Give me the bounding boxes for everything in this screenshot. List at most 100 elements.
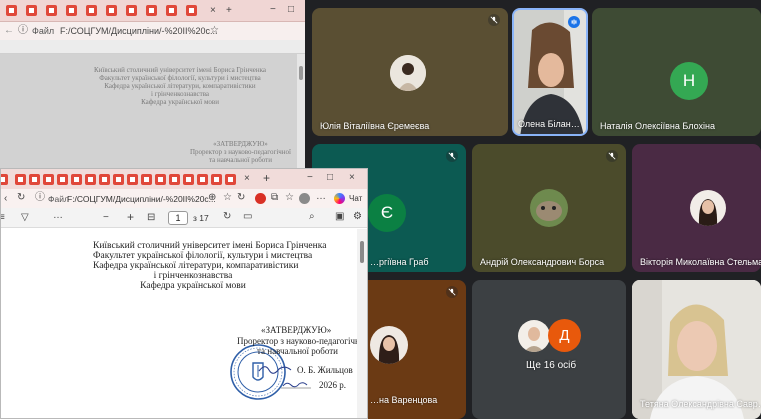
doc-header-line: Кафедра української мови bbox=[140, 281, 246, 291]
back-icon[interactable]: ← bbox=[4, 26, 14, 36]
doc-header-line: Київський столичний університет імені Бо… bbox=[94, 66, 266, 74]
pdf-tab-icon[interactable] bbox=[106, 5, 117, 16]
pdf-tab-icon[interactable] bbox=[183, 174, 194, 185]
search-icon[interactable]: ⌕ bbox=[309, 212, 315, 222]
participant-tile-active[interactable]: Олена Білан… bbox=[512, 8, 588, 136]
chat-label[interactable]: Чат bbox=[349, 194, 362, 203]
pdf-toolbar bbox=[0, 40, 305, 54]
scrollbar[interactable] bbox=[297, 54, 305, 170]
screen: Юлія Віталіївна Єремеєва Олена Білан… Н … bbox=[0, 0, 761, 419]
info-icon[interactable]: ⓘ bbox=[18, 26, 28, 36]
favorites-icon[interactable]: ☆ bbox=[285, 193, 294, 203]
doc-header-line: Кафедра української літератури, компарат… bbox=[104, 82, 256, 90]
pdf-tab-icon[interactable] bbox=[43, 174, 54, 185]
mic-off-icon bbox=[606, 150, 618, 162]
participant-name: Юлія Віталіївна Єремеєва bbox=[320, 121, 430, 131]
pdf-viewer-window[interactable]: × + − □ × ‹ ↻ ⓘ Файл F:/СОЦГУМ/Дисциплін… bbox=[0, 168, 368, 419]
participant-tile[interactable]: Андрій Олександрович Борса bbox=[472, 144, 626, 272]
maximize-icon[interactable]: □ bbox=[288, 5, 294, 15]
video-feed bbox=[514, 10, 586, 134]
pdf-toolbar: ≡ ▽ … − + ⊟ 1 з 17 ↻ ▭ ⌕ ▣ ⚙ bbox=[1, 208, 367, 228]
print-icon[interactable]: ▣ bbox=[335, 212, 344, 222]
profile-avatar[interactable] bbox=[299, 193, 310, 204]
doc-header-line: Факультет української філології, культур… bbox=[93, 251, 313, 261]
pdf-tab-icon[interactable] bbox=[155, 174, 166, 185]
rotate-icon[interactable]: ↻ bbox=[223, 212, 231, 222]
pdf-tab-icon[interactable] bbox=[127, 174, 138, 185]
star-icon[interactable]: ☆ bbox=[223, 193, 232, 203]
pdf-tab-icon[interactable] bbox=[26, 5, 37, 16]
pdf-tab-icon[interactable] bbox=[1, 174, 8, 185]
scrollbar-thumb[interactable] bbox=[360, 241, 364, 263]
pdf-tab-icon[interactable] bbox=[6, 5, 17, 16]
pdf-tab-icon[interactable] bbox=[57, 174, 68, 185]
close-window-icon[interactable]: × bbox=[349, 173, 355, 183]
extensions-icon[interactable]: ⧉ bbox=[271, 193, 278, 203]
participant-tile[interactable]: Вікторія Миколаївна Стельмах bbox=[632, 144, 761, 272]
doc-header-line: Факультет української філології, культур… bbox=[99, 74, 261, 82]
new-tab-icon[interactable]: + bbox=[263, 172, 270, 184]
approval-block: «ЗАТВЕРДЖУЮ» Проректор з науково-педагог… bbox=[237, 325, 367, 357]
pdf-tab-icon[interactable] bbox=[46, 5, 57, 16]
star-icon[interactable]: ☆ bbox=[210, 26, 219, 36]
pdf-page: Київський столичний університет імені Бо… bbox=[1, 229, 367, 418]
address-text[interactable]: F:/СОЦГУМ/Дисципліни/-%20ІІ%20с... bbox=[67, 194, 216, 204]
minimize-icon[interactable]: − bbox=[307, 173, 313, 183]
fit-page-icon[interactable]: ⊟ bbox=[147, 213, 155, 223]
pdf-tab-icon[interactable] bbox=[15, 174, 26, 185]
new-tab-icon[interactable]: + bbox=[226, 6, 232, 16]
doc-header-line: Київський столичний університет імені Бо… bbox=[93, 241, 327, 251]
pdf-tab-icon[interactable] bbox=[211, 174, 222, 185]
pdf-tab-icon[interactable] bbox=[146, 5, 157, 16]
pdf-tab-icon[interactable] bbox=[225, 174, 236, 185]
pdf-tab-icon[interactable] bbox=[166, 5, 177, 16]
zoom-out-button[interactable]: − bbox=[103, 213, 109, 223]
doc-header-line: і грінченкознавства bbox=[153, 271, 233, 281]
avatar: Д bbox=[548, 319, 581, 352]
zoom-in-button[interactable]: + bbox=[127, 211, 134, 223]
pdf-tab-icon[interactable] bbox=[66, 5, 77, 16]
more-icon[interactable]: … bbox=[316, 192, 326, 202]
pdf-tab-icon[interactable] bbox=[86, 5, 97, 16]
close-tab-icon[interactable]: × bbox=[244, 174, 250, 184]
save-icon[interactable]: ▭ bbox=[243, 212, 252, 222]
draw-icon[interactable]: ▽ bbox=[21, 213, 29, 223]
background-pdf-window[interactable]: × + − □ ← ⓘ Файл F:/СОЦГУМ/Дисципліни/-%… bbox=[0, 0, 305, 170]
pdf-tab-icon[interactable] bbox=[85, 174, 96, 185]
copilot-icon[interactable] bbox=[334, 193, 345, 204]
zoom-icon[interactable]: ⊕ bbox=[208, 193, 216, 203]
pdf-tab-icon[interactable] bbox=[169, 174, 180, 185]
pdf-tab-icon[interactable] bbox=[29, 174, 40, 185]
adblock-icon[interactable] bbox=[255, 193, 266, 204]
more-participants-tile[interactable]: Д Ще 16 осіб bbox=[472, 280, 626, 419]
maximize-icon[interactable]: □ bbox=[327, 173, 333, 183]
signature bbox=[258, 366, 292, 374]
pdf-tab-icon[interactable] bbox=[99, 174, 110, 185]
participant-tile[interactable]: Юлія Віталіївна Єремеєва bbox=[312, 8, 508, 136]
info-icon[interactable]: ⓘ bbox=[35, 193, 45, 203]
address-text[interactable]: F:/СОЦГУМ/Дисципліни/-%20ІІ%20с... bbox=[60, 26, 218, 36]
participant-name: Андрій Олександрович Борса bbox=[480, 257, 605, 267]
settings-icon[interactable]: ⚙ bbox=[353, 212, 362, 222]
avatar bbox=[518, 320, 550, 352]
back-icon[interactable]: ‹ bbox=[4, 194, 7, 204]
pdf-tab-icon[interactable] bbox=[197, 174, 208, 185]
page-number-input[interactable]: 1 bbox=[168, 211, 188, 225]
participant-tile[interactable]: Тетяна Олександрівна Савр… bbox=[632, 280, 761, 419]
contents-icon[interactable]: ≡ bbox=[1, 213, 5, 223]
minimize-icon[interactable]: − bbox=[270, 5, 276, 15]
participant-tile[interactable]: Н Наталія Олексіївна Блохіна bbox=[592, 8, 761, 136]
date-signature bbox=[281, 382, 311, 389]
scrollbar-thumb[interactable] bbox=[299, 66, 303, 80]
scrollbar[interactable] bbox=[357, 229, 367, 418]
refresh-icon[interactable]: ↻ bbox=[17, 193, 25, 203]
pdf-tab-icon[interactable] bbox=[113, 174, 124, 185]
more-tools-icon[interactable]: … bbox=[53, 211, 63, 221]
pdf-tab-icon[interactable] bbox=[141, 174, 152, 185]
pdf-tab-icon[interactable] bbox=[186, 5, 197, 16]
reload-icon[interactable]: ↻ bbox=[237, 193, 245, 203]
participant-name: …на Варенцова bbox=[370, 395, 438, 405]
pdf-tab-icon[interactable] bbox=[126, 5, 137, 16]
pdf-tab-icon[interactable] bbox=[71, 174, 82, 185]
close-icon[interactable]: × bbox=[210, 6, 216, 16]
